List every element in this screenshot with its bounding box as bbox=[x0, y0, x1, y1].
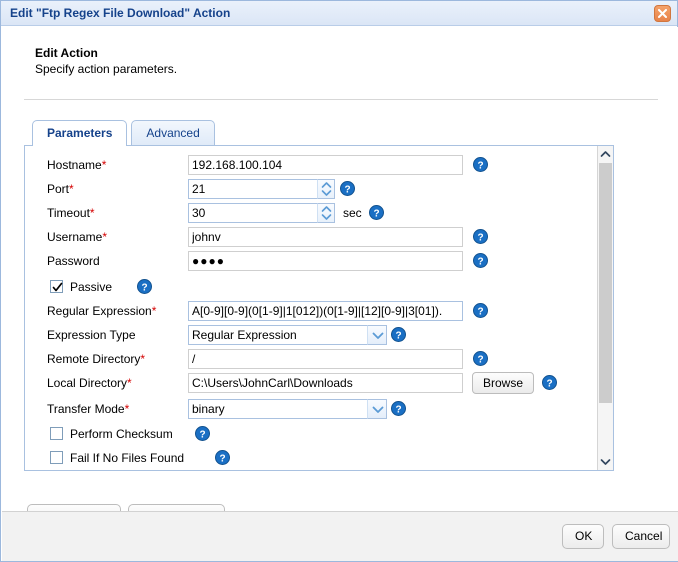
field-row-local-directory: Local Directory* Browse ? bbox=[25, 372, 597, 395]
regular-expression-label: Regular Expression* bbox=[47, 304, 157, 318]
username-input[interactable] bbox=[188, 227, 463, 247]
help-icon[interactable]: ? bbox=[473, 351, 488, 366]
field-row-regular-expression: Regular Expression* ? bbox=[25, 301, 597, 323]
help-icon[interactable]: ? bbox=[137, 279, 152, 294]
port-label: Port* bbox=[47, 182, 74, 196]
regular-expression-input[interactable] bbox=[188, 301, 463, 321]
parameters-panel: Hostname* ? Port* ? Timeout* bbox=[24, 145, 614, 471]
scroll-down-icon[interactable] bbox=[598, 454, 613, 470]
field-row-fail-if-no-files-found: Fail If No Files Found ? bbox=[25, 448, 597, 470]
field-row-hostname: Hostname* ? bbox=[25, 155, 597, 177]
page-subtitle: Specify action parameters. bbox=[35, 62, 178, 76]
fail-if-no-files-found-label: Fail If No Files Found bbox=[70, 451, 185, 465]
field-row-passive: Passive ? bbox=[25, 277, 597, 299]
transfer-mode-select[interactable] bbox=[188, 399, 368, 419]
tab-bar: Parameters Advanced bbox=[32, 120, 215, 146]
svg-text:?: ? bbox=[344, 184, 350, 195]
field-row-expression-type: Expression Type ? bbox=[25, 325, 597, 347]
panel-scrollbar[interactable] bbox=[597, 146, 613, 470]
transfer-mode-label: Transfer Mode* bbox=[47, 402, 130, 416]
expression-type-select[interactable] bbox=[188, 325, 368, 345]
help-icon[interactable]: ? bbox=[195, 426, 210, 441]
hostname-label: Hostname* bbox=[47, 158, 107, 172]
dialog-footer: OK Cancel bbox=[2, 511, 678, 561]
edit-action-dialog: Edit "Ftp Regex File Download" Action Ed… bbox=[0, 0, 678, 562]
help-icon[interactable]: ? bbox=[340, 181, 355, 196]
perform-checksum-checkbox[interactable] bbox=[50, 427, 63, 440]
svg-text:?: ? bbox=[219, 453, 225, 464]
field-row-timeout: Timeout* sec ? bbox=[25, 203, 597, 225]
hostname-input[interactable] bbox=[188, 155, 463, 175]
svg-text:?: ? bbox=[477, 232, 483, 243]
port-stepper[interactable] bbox=[317, 179, 335, 199]
browse-button[interactable]: Browse bbox=[472, 372, 535, 394]
tab-parameters[interactable]: Parameters bbox=[32, 120, 128, 146]
svg-text:?: ? bbox=[141, 282, 147, 293]
page-title: Edit Action bbox=[35, 46, 98, 60]
dialog-title: Edit "Ftp Regex File Download" Action bbox=[10, 6, 231, 20]
passive-label: Passive bbox=[70, 280, 113, 294]
field-row-username: Username* ? bbox=[25, 227, 597, 249]
close-icon[interactable] bbox=[654, 5, 671, 22]
expression-type-label: Expression Type bbox=[47, 328, 136, 342]
help-icon[interactable]: ? bbox=[391, 327, 406, 342]
help-icon[interactable]: ? bbox=[473, 303, 488, 318]
port-input[interactable] bbox=[188, 179, 318, 199]
svg-text:?: ? bbox=[395, 404, 401, 415]
cancel-button[interactable]: Cancel bbox=[612, 524, 670, 549]
svg-text:?: ? bbox=[477, 306, 483, 317]
field-row-perform-checksum: Perform Checksum ? bbox=[25, 424, 597, 446]
section-header: Edit Action Specify action parameters. bbox=[35, 46, 177, 76]
timeout-stepper[interactable] bbox=[317, 203, 335, 223]
help-icon[interactable]: ? bbox=[473, 157, 488, 172]
help-icon[interactable]: ? bbox=[215, 450, 230, 465]
dialog-titlebar: Edit "Ftp Regex File Download" Action bbox=[1, 1, 677, 26]
help-icon[interactable]: ? bbox=[391, 401, 406, 416]
field-row-port: Port* ? bbox=[25, 179, 597, 201]
scroll-up-icon[interactable] bbox=[598, 146, 613, 162]
chevron-down-icon[interactable] bbox=[367, 399, 387, 419]
svg-text:?: ? bbox=[199, 429, 205, 440]
help-icon[interactable]: ? bbox=[369, 205, 384, 220]
svg-text:?: ? bbox=[546, 378, 552, 389]
field-row-transfer-mode: Transfer Mode* ? bbox=[25, 399, 597, 421]
password-label: Password bbox=[47, 254, 100, 268]
password-input[interactable] bbox=[188, 251, 463, 271]
scroll-thumb[interactable] bbox=[599, 163, 612, 403]
help-icon[interactable]: ? bbox=[542, 375, 557, 390]
timeout-input[interactable] bbox=[188, 203, 318, 223]
svg-text:?: ? bbox=[395, 330, 401, 341]
chevron-down-icon[interactable] bbox=[367, 325, 387, 345]
timeout-unit-label: sec bbox=[343, 206, 362, 220]
help-icon[interactable]: ? bbox=[473, 229, 488, 244]
help-icon[interactable]: ? bbox=[473, 253, 488, 268]
timeout-label: Timeout* bbox=[47, 206, 95, 220]
svg-text:?: ? bbox=[373, 208, 379, 219]
svg-text:?: ? bbox=[477, 354, 483, 365]
remote-directory-input[interactable] bbox=[188, 349, 463, 369]
field-row-remote-directory: Remote Directory* ? bbox=[25, 349, 597, 371]
field-row-password: Password ? bbox=[25, 251, 597, 273]
remote-directory-label: Remote Directory* bbox=[47, 352, 146, 366]
perform-checksum-label: Perform Checksum bbox=[70, 427, 173, 441]
username-label: Username* bbox=[47, 230, 108, 244]
local-directory-label: Local Directory* bbox=[47, 376, 132, 390]
dialog-body: Edit Action Specify action parameters. P… bbox=[2, 27, 678, 529]
local-directory-input[interactable] bbox=[188, 373, 463, 393]
header-divider bbox=[24, 99, 658, 100]
ok-button[interactable]: OK bbox=[562, 524, 604, 549]
tab-advanced[interactable]: Advanced bbox=[131, 120, 215, 146]
passive-checkbox[interactable] bbox=[50, 280, 63, 293]
fail-if-no-files-found-checkbox[interactable] bbox=[50, 451, 63, 464]
svg-text:?: ? bbox=[477, 256, 483, 267]
svg-text:?: ? bbox=[477, 160, 483, 171]
